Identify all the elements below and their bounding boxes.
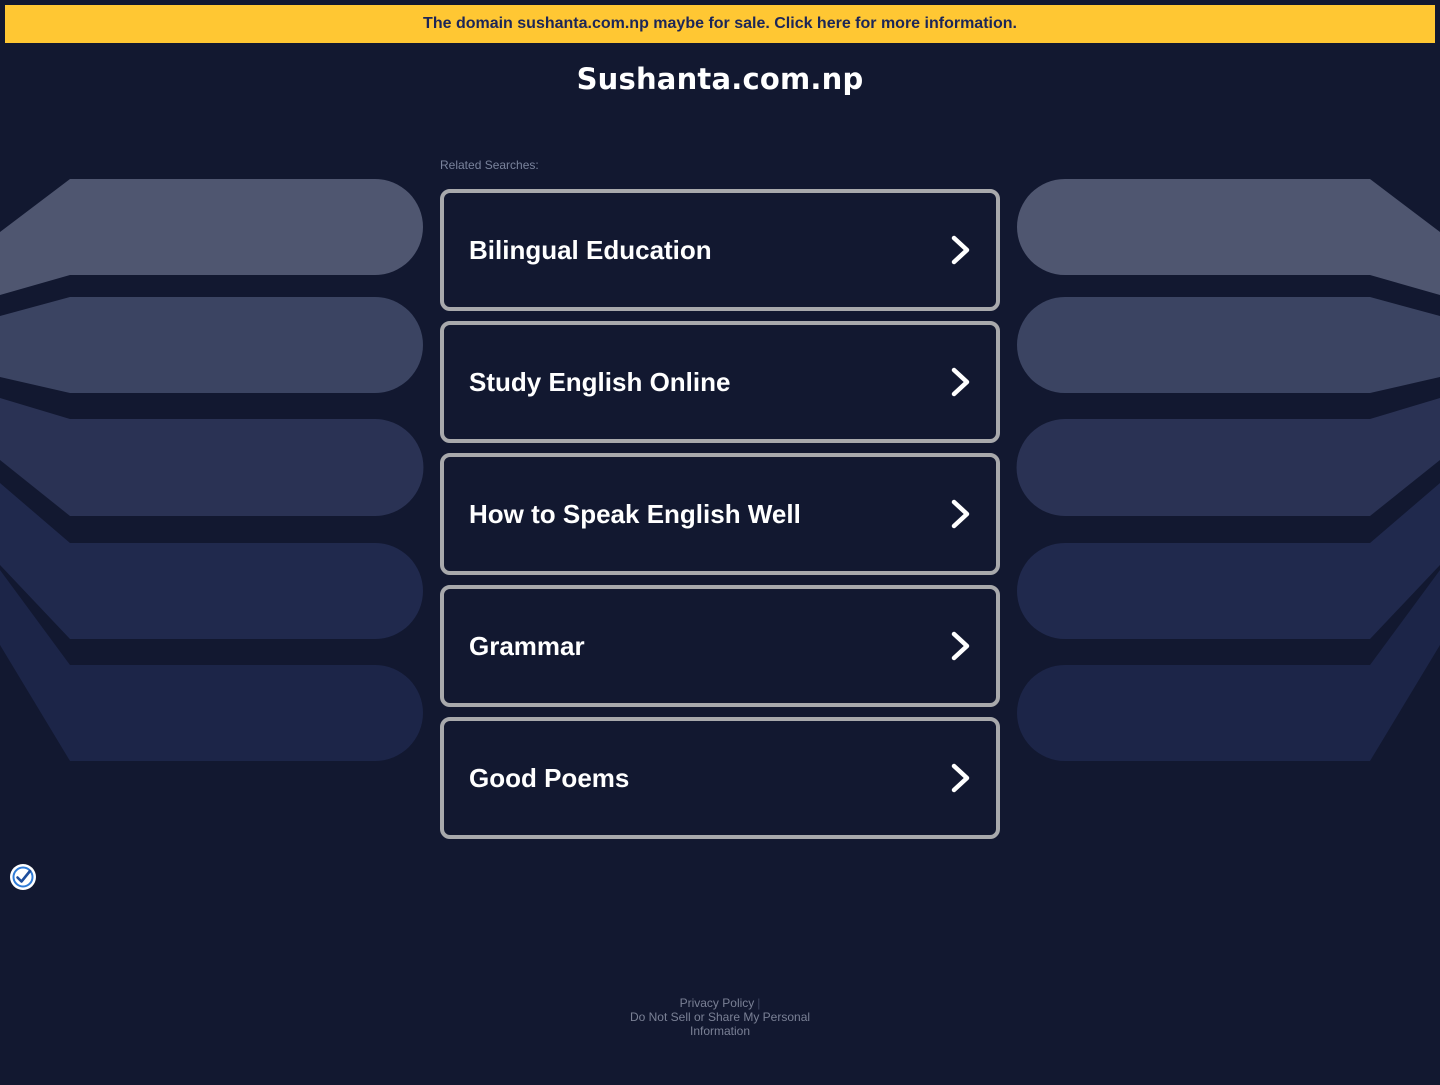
- related-link-label: How to Speak English Well: [469, 498, 801, 529]
- right-band-3: [1016, 398, 1440, 516]
- chevron-right-icon: [951, 235, 970, 265]
- left-band-1: [0, 179, 423, 295]
- privacy-policy-link[interactable]: Privacy Policy: [680, 996, 755, 1010]
- chevron-right-icon: [951, 631, 970, 661]
- domain-sale-banner-text: The domain sushanta.com.np maybe for sal…: [423, 15, 1017, 32]
- left-band-2: [0, 297, 423, 393]
- right-band-1: [1017, 179, 1440, 295]
- related-link-study-english-online[interactable]: Study English Online: [440, 321, 1000, 443]
- footer-separator: |: [757, 996, 761, 1010]
- related-link-label: Grammar: [469, 630, 585, 661]
- related-searches-list: Bilingual Education Study English Online…: [440, 189, 1000, 849]
- related-link-grammar[interactable]: Grammar: [440, 585, 1000, 707]
- domain-sale-banner[interactable]: The domain sushanta.com.np maybe for sal…: [5, 5, 1435, 43]
- right-band-2: [1017, 297, 1440, 393]
- related-link-label: Good Poems: [469, 762, 630, 793]
- related-link-bilingual-education[interactable]: Bilingual Education: [440, 189, 1000, 311]
- footer: Privacy Policy | Do Not Sell or Share My …: [0, 996, 1440, 1038]
- left-decor-bands: [0, 179, 424, 761]
- related-link-label: Study English Online: [469, 366, 731, 397]
- chevron-right-icon: [951, 763, 970, 793]
- left-band-3: [0, 398, 424, 516]
- right-decor-bands: [1016, 179, 1440, 761]
- do-not-sell-link[interactable]: Do Not Sell or Share My Personal Informa…: [620, 1010, 820, 1038]
- site-title: Sushanta.com.np: [576, 62, 864, 96]
- related-link-good-poems[interactable]: Good Poems: [440, 717, 1000, 839]
- related-link-label: Bilingual Education: [469, 234, 712, 265]
- privacy-check-icon[interactable]: [9, 863, 37, 891]
- chevron-right-icon: [951, 499, 970, 529]
- related-link-how-to-speak-english-well[interactable]: How to Speak English Well: [440, 453, 1000, 575]
- related-searches-label: Related Searches:: [440, 158, 539, 172]
- footer-row-privacy: Privacy Policy |: [0, 996, 1440, 1010]
- chevron-right-icon: [951, 367, 970, 397]
